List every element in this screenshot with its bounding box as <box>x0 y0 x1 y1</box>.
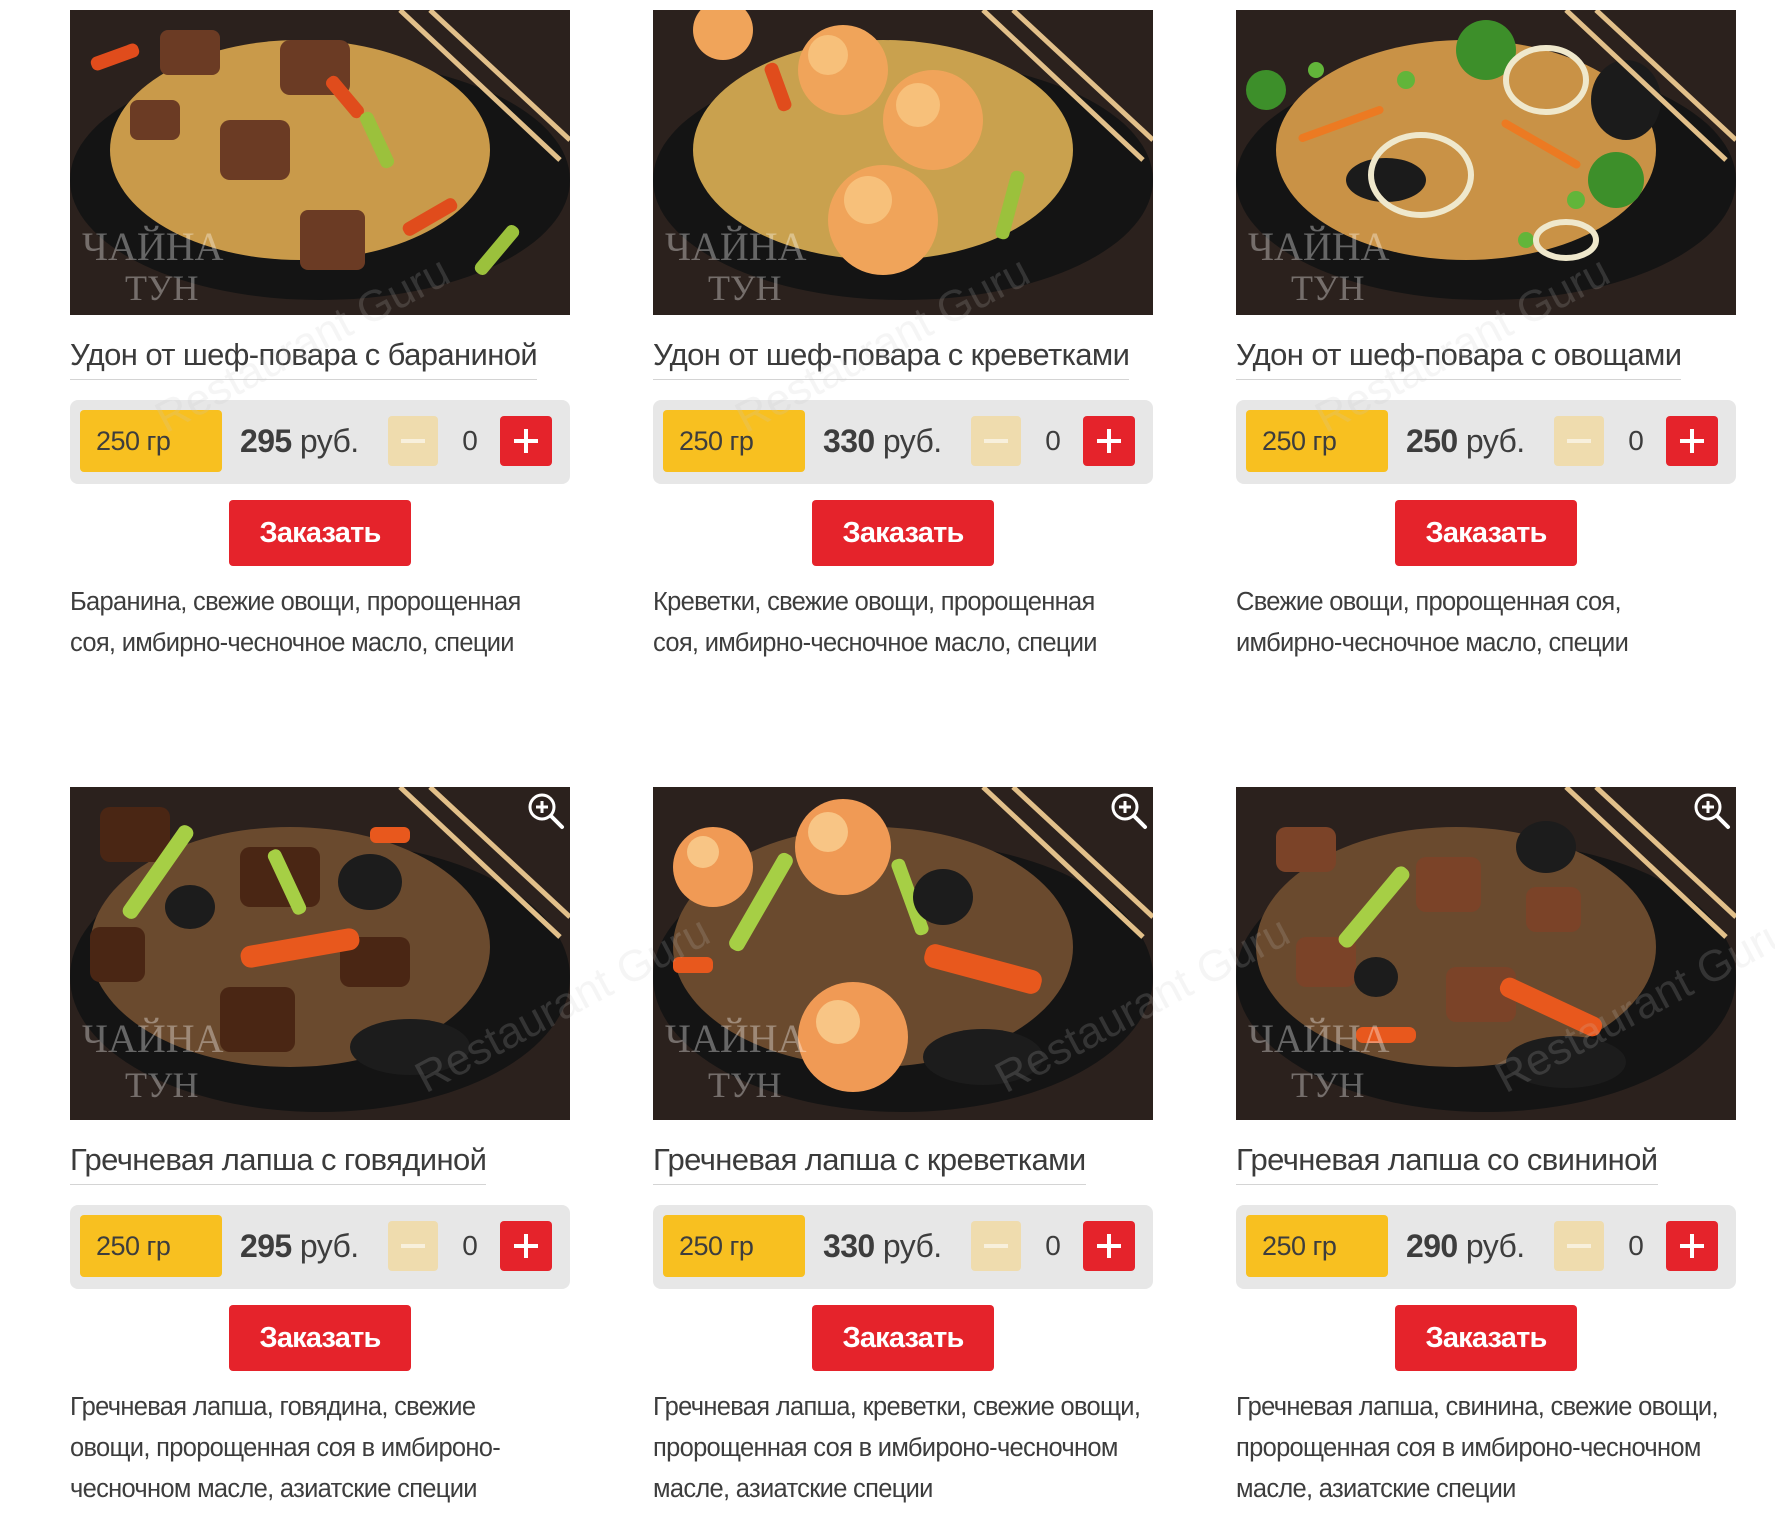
restaurant-logo: ЧАЙНА <box>1248 224 1390 269</box>
zoom-in-icon[interactable] <box>1107 789 1151 833</box>
food-image: ЧАЙНА ТУН <box>70 787 570 1120</box>
weight-badge: 250 гр <box>663 410 805 472</box>
weight-badge: 250 гр <box>80 1215 222 1277</box>
minus-icon[interactable] <box>971 416 1021 466</box>
food-image: ЧАЙНА ТУН <box>653 787 1153 1120</box>
product-description: Гречневая лапша, говядина, свежие овощи,… <box>70 1393 501 1503</box>
food-image: ЧАЙНА ТУН <box>1236 10 1736 315</box>
weight-badge: 250 гр <box>80 410 222 472</box>
product-grid: ЧАЙНА ТУН Удон от шеф-повара с бараниной… <box>0 0 1775 1530</box>
order-controls: 250 гр 295 руб. 0 <box>70 400 570 484</box>
product-description: Гречневая лапша, свинина, свежие овощи, … <box>1236 1393 1719 1503</box>
minus-icon[interactable] <box>971 1221 1021 1271</box>
product-description: Креветки, свежие овощи, пророщенная соя,… <box>653 588 1098 657</box>
product-photo[interactable]: ЧАЙНА ТУН <box>1236 787 1736 1120</box>
plus-icon[interactable] <box>500 416 552 466</box>
svg-text:ТУН: ТУН <box>125 268 198 308</box>
order-controls: 250 гр 290 руб. 0 <box>1236 1205 1736 1289</box>
minus-icon[interactable] <box>1554 416 1604 466</box>
product-photo[interactable]: ЧАЙНА ТУН <box>70 787 570 1120</box>
food-image: ЧАЙНА ТУН <box>1236 787 1736 1120</box>
quantity-field[interactable]: 0 <box>446 1221 494 1271</box>
product-title[interactable]: Удон от шеф-повара с бараниной <box>70 337 538 380</box>
plus-icon[interactable] <box>1083 416 1135 466</box>
restaurant-logo: ЧАЙНА <box>1248 1016 1390 1061</box>
minus-icon[interactable] <box>388 416 438 466</box>
product-title[interactable]: Гречневая лапша со свининой <box>1236 1142 1658 1185</box>
product-title[interactable]: Удон от шеф-повара с овощами <box>1236 337 1682 380</box>
product-card: ЧАЙНА ТУН Гречневая лапша с креветками 2… <box>653 787 1153 1510</box>
product-photo[interactable]: ЧАЙНА ТУН <box>70 10 570 315</box>
restaurant-logo: ЧАЙНА <box>82 224 224 269</box>
product-title[interactable]: Удон от шеф-повара с креветками <box>653 337 1130 380</box>
weight-badge: 250 гр <box>1246 1215 1388 1277</box>
product-card: ЧАЙНА ТУН Удон от шеф-повара с бараниной… <box>70 10 570 664</box>
price: 330 руб. <box>823 1228 942 1264</box>
product-card: ЧАЙНА ТУН Удон от шеф-повара с креветкам… <box>653 10 1153 664</box>
svg-text:ТУН: ТУН <box>1291 1065 1364 1105</box>
quantity-field[interactable]: 0 <box>446 416 494 466</box>
order-button[interactable]: Заказать <box>1395 500 1577 566</box>
minus-icon[interactable] <box>388 1221 438 1271</box>
food-image: ЧАЙНА ТУН <box>70 10 570 315</box>
product-card: ЧАЙНА ТУН Гречневая лапша со свининой 25… <box>1236 787 1736 1510</box>
product-card: ЧАЙНА ТУН Гречневая лапша с говядиной 25… <box>70 787 570 1510</box>
product-description: Баранина, свежие овощи, пророщенная соя,… <box>70 588 521 657</box>
product-description: Свежие овощи, пророщенная соя, имбирно-ч… <box>1236 588 1629 657</box>
product-photo[interactable]: ЧАЙНА ТУН <box>653 787 1153 1120</box>
zoom-in-icon[interactable] <box>1690 789 1734 833</box>
price: 295 руб. <box>240 423 359 459</box>
minus-icon[interactable] <box>1554 1221 1604 1271</box>
order-button[interactable]: Заказать <box>229 500 411 566</box>
order-button[interactable]: Заказать <box>812 500 994 566</box>
order-controls: 250 гр 330 руб. 0 <box>653 1205 1153 1289</box>
restaurant-logo: ЧАЙНА <box>82 1016 224 1061</box>
order-controls: 250 гр 330 руб. 0 <box>653 400 1153 484</box>
price: 290 руб. <box>1406 1228 1525 1264</box>
product-card: ЧАЙНА ТУН Удон от шеф-повара с овощами 2… <box>1236 10 1736 664</box>
quantity-field[interactable]: 0 <box>1612 1221 1660 1271</box>
product-photo[interactable]: ЧАЙНА ТУН <box>653 10 1153 315</box>
price: 330 руб. <box>823 423 942 459</box>
weight-badge: 250 гр <box>663 1215 805 1277</box>
restaurant-logo: ЧАЙНА <box>665 1016 807 1061</box>
order-button[interactable]: Заказать <box>812 1305 994 1371</box>
zoom-in-icon[interactable] <box>524 789 568 833</box>
order-button[interactable]: Заказать <box>229 1305 411 1371</box>
product-title[interactable]: Гречневая лапша с креветками <box>653 1142 1086 1185</box>
weight-badge: 250 гр <box>1246 410 1388 472</box>
restaurant-logo: ЧАЙНА <box>665 224 807 269</box>
plus-icon[interactable] <box>1666 416 1718 466</box>
svg-text:ТУН: ТУН <box>1291 268 1364 308</box>
food-image: ЧАЙНА ТУН <box>653 10 1153 315</box>
svg-text:ТУН: ТУН <box>125 1065 198 1105</box>
plus-icon[interactable] <box>1083 1221 1135 1271</box>
plus-icon[interactable] <box>500 1221 552 1271</box>
order-controls: 250 гр 295 руб. 0 <box>70 1205 570 1289</box>
quantity-field[interactable]: 0 <box>1029 416 1077 466</box>
svg-text:ТУН: ТУН <box>708 1065 781 1105</box>
price: 295 руб. <box>240 1228 359 1264</box>
order-controls: 250 гр 250 руб. 0 <box>1236 400 1736 484</box>
svg-text:ТУН: ТУН <box>708 268 781 308</box>
quantity-field[interactable]: 0 <box>1029 1221 1077 1271</box>
product-photo[interactable]: ЧАЙНА ТУН <box>1236 10 1736 315</box>
plus-icon[interactable] <box>1666 1221 1718 1271</box>
quantity-field[interactable]: 0 <box>1612 416 1660 466</box>
order-button[interactable]: Заказать <box>1395 1305 1577 1371</box>
price: 250 руб. <box>1406 423 1525 459</box>
product-description: Гречневая лапша, креветки, свежие овощи,… <box>653 1393 1141 1503</box>
product-title[interactable]: Гречневая лапша с говядиной <box>70 1142 487 1185</box>
